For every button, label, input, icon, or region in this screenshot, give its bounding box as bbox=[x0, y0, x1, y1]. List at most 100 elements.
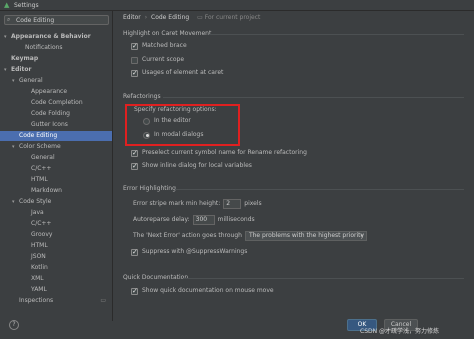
sidebar-item-java[interactable]: Java bbox=[0, 208, 112, 218]
project-scope-icon: ▭ bbox=[100, 297, 106, 304]
android-studio-icon: ▲ bbox=[4, 1, 10, 9]
project-page-icon: ▭ bbox=[197, 14, 203, 21]
sidebar-item-appearance[interactable]: Appearance bbox=[0, 87, 112, 97]
inline-dialog-checkbox[interactable]: Show inline dialog for local variables bbox=[131, 161, 252, 171]
sidebar-item-editor[interactable]: ▾ Editor bbox=[0, 65, 112, 75]
section-refactorings-title: Refactorings bbox=[123, 93, 161, 100]
sidebar-item-label: Groovy bbox=[31, 231, 53, 238]
sidebar-item-label: General bbox=[31, 154, 55, 161]
sidebar-item-label: XML bbox=[31, 275, 44, 282]
suppress-warnings-checkbox[interactable]: Suppress with @SuppressWarnings bbox=[131, 247, 247, 257]
sidebar-item-label: Java bbox=[31, 209, 44, 216]
sidebar-item-inspections[interactable]: Inspections ▭ bbox=[0, 296, 112, 306]
sidebar-item-groovy[interactable]: Groovy bbox=[0, 230, 112, 240]
settings-content: Editor › Code Editing ▭ For current proj… bbox=[113, 11, 474, 316]
sidebar-item-label: Markdown bbox=[31, 187, 62, 194]
checkbox-checked[interactable] bbox=[131, 161, 138, 171]
checkbox-checked[interactable] bbox=[131, 286, 138, 296]
sidebar-item-label: YAML bbox=[31, 286, 47, 293]
breadcrumb-separator: › bbox=[144, 14, 148, 21]
sidebar-item-label: Color Scheme bbox=[19, 143, 61, 150]
expand-arrow-icon[interactable]: ▾ bbox=[12, 197, 19, 207]
sidebar-item-general[interactable]: ▾ General bbox=[0, 76, 112, 86]
sidebar-item-label: General bbox=[19, 77, 43, 84]
expand-arrow-icon[interactable]: ▾ bbox=[4, 32, 11, 42]
stripe-height-row: Error stripe mark min height: 2 pixels bbox=[133, 199, 262, 209]
sidebar-item-yaml[interactable]: YAML bbox=[0, 285, 112, 295]
breadcrumb-root[interactable]: Editor bbox=[123, 14, 141, 21]
section-error-title: Error Highlighting bbox=[123, 185, 176, 192]
sidebar-item-label: Appearance bbox=[31, 88, 68, 95]
sidebar-item-label: C/C++ bbox=[31, 220, 52, 227]
search-icon: ⌕ bbox=[7, 16, 11, 23]
sidebar-item-color-scheme[interactable]: ▾ Color Scheme bbox=[0, 142, 112, 152]
preselect-rename-checkbox[interactable]: Preselect current symbol name for Rename… bbox=[131, 148, 307, 158]
next-error-dropdown[interactable]: The problems with the highest priority ▾ bbox=[244, 231, 367, 241]
sidebar-item-label: Appearance & Behavior bbox=[11, 33, 91, 40]
help-button[interactable]: ? bbox=[9, 320, 19, 330]
matched-brace-checkbox[interactable]: Matched brace bbox=[131, 41, 187, 51]
section-divider bbox=[209, 34, 464, 35]
breadcrumb-current: Code Editing bbox=[151, 14, 190, 21]
sidebar-item-label: Editor bbox=[11, 66, 32, 73]
expand-arrow-icon[interactable]: ▾ bbox=[4, 65, 11, 75]
sidebar-item-general[interactable]: General bbox=[0, 153, 112, 163]
sidebar-item-label: Code Completion bbox=[31, 99, 83, 106]
sidebar-item-c-c-[interactable]: C/C++ bbox=[0, 164, 112, 174]
sidebar-item-code-folding[interactable]: Code Folding bbox=[0, 109, 112, 119]
watermark-text: CSDN @才疏学浅，努力修炼 bbox=[360, 328, 440, 335]
quickdoc-hover-checkbox[interactable]: Show quick documentation on mouse move bbox=[131, 286, 274, 296]
checkbox-checked[interactable] bbox=[131, 247, 138, 257]
sidebar-item-c-c-[interactable]: C/C++ bbox=[0, 219, 112, 229]
sidebar-item-json[interactable]: JSON bbox=[0, 252, 112, 262]
chevron-down-icon: ▾ bbox=[360, 233, 363, 239]
sidebar-item-label: Keymap bbox=[11, 55, 39, 62]
sidebar-item-gutter-icons[interactable]: Gutter Icons bbox=[0, 120, 112, 130]
sidebar-item-label: Code Folding bbox=[31, 110, 70, 117]
checkbox-checked[interactable] bbox=[131, 68, 138, 78]
sidebar-item-label: Kotlin bbox=[31, 264, 48, 271]
next-error-row: The 'Next Error' action goes through The … bbox=[133, 230, 367, 242]
sidebar-item-label: Code Style bbox=[19, 198, 52, 205]
search-input[interactable] bbox=[16, 16, 106, 24]
settings-sidebar: ⌕ ▾Appearance & BehaviorNotificationsKey… bbox=[0, 11, 113, 321]
sidebar-item-code-style[interactable]: ▾ Code Style bbox=[0, 197, 112, 207]
title-bar: ▲ Settings bbox=[0, 0, 474, 11]
sidebar-item-code-completion[interactable]: Code Completion bbox=[0, 98, 112, 108]
sidebar-item-html[interactable]: HTML bbox=[0, 175, 112, 185]
sidebar-item-label: HTML bbox=[31, 176, 48, 183]
sidebar-item-keymap[interactable]: Keymap bbox=[0, 54, 112, 64]
sidebar-item-html[interactable]: HTML bbox=[0, 241, 112, 251]
sidebar-item-label: Inspections bbox=[19, 297, 54, 304]
annotation-highlight-box bbox=[125, 104, 240, 146]
checkbox-checked[interactable] bbox=[131, 148, 138, 158]
autoreparse-input[interactable]: 300 bbox=[192, 215, 215, 225]
sidebar-item-label: Code Editing bbox=[19, 132, 58, 139]
stripe-height-input[interactable]: 2 bbox=[223, 199, 242, 209]
expand-arrow-icon[interactable]: ▾ bbox=[12, 142, 19, 152]
section-divider bbox=[183, 278, 464, 279]
sidebar-item-label: JSON bbox=[31, 253, 46, 260]
sidebar-item-appearance-behavior[interactable]: ▾ Appearance & Behavior bbox=[0, 32, 112, 42]
sidebar-item-label: Gutter Icons bbox=[31, 121, 68, 128]
sidebar-item-kotlin[interactable]: Kotlin bbox=[0, 263, 112, 273]
sidebar-item-notifications[interactable]: Notifications bbox=[0, 43, 112, 53]
autoreparse-row: Autoreparse delay: 300 milliseconds bbox=[133, 215, 255, 225]
sidebar-item-markdown[interactable]: Markdown bbox=[0, 186, 112, 196]
usages-checkbox[interactable]: Usages of element at caret bbox=[131, 68, 223, 78]
checkbox-checked[interactable] bbox=[131, 41, 138, 51]
window-title: Settings bbox=[14, 2, 39, 9]
current-scope-checkbox[interactable]: Current scope bbox=[131, 55, 184, 65]
section-caret-title: Highlight on Caret Movement bbox=[123, 30, 212, 37]
section-divider bbox=[163, 97, 464, 98]
sidebar-item-label: HTML bbox=[31, 242, 48, 249]
sidebar-item-label: Notifications bbox=[25, 44, 63, 51]
project-scope-note: ▭ For current project bbox=[197, 14, 261, 21]
checkbox-unchecked[interactable] bbox=[131, 56, 138, 64]
settings-search[interactable]: ⌕ bbox=[4, 15, 109, 25]
sidebar-item-label: C/C++ bbox=[31, 165, 52, 172]
sidebar-item-code-editing[interactable]: Code Editing bbox=[0, 131, 112, 141]
sidebar-item-xml[interactable]: XML bbox=[0, 274, 112, 284]
expand-arrow-icon[interactable]: ▾ bbox=[12, 76, 19, 86]
section-quickdoc-title: Quick Documentation bbox=[123, 274, 189, 281]
